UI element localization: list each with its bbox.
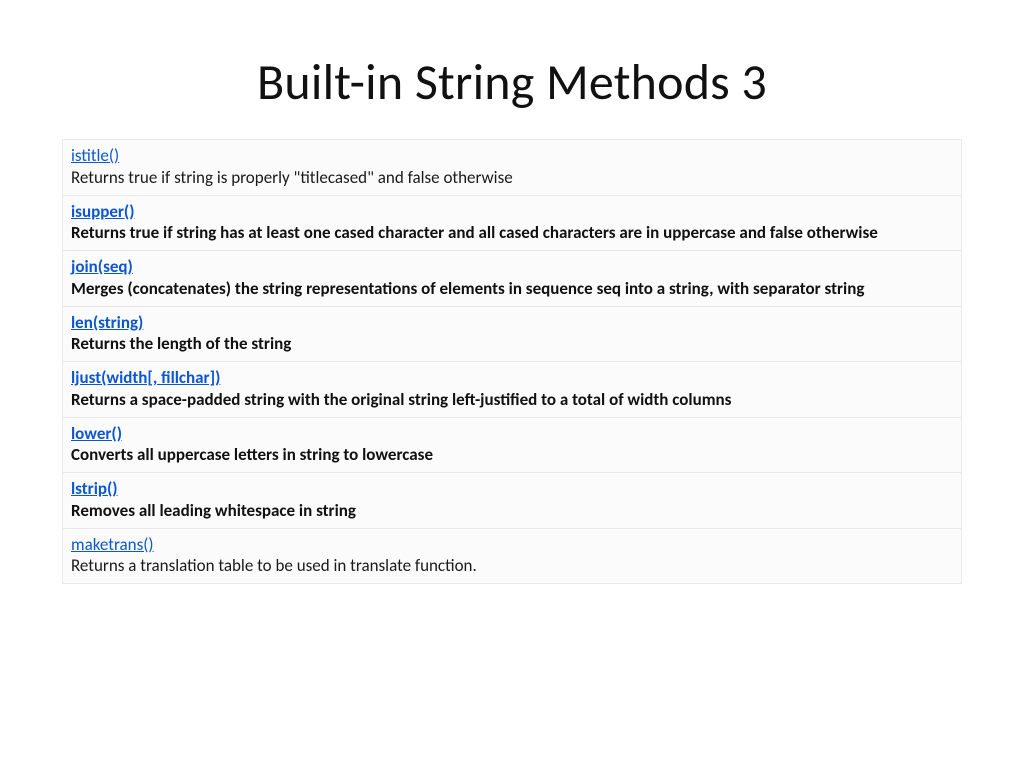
method-description: Removes all leading whitespace in string bbox=[71, 500, 356, 521]
method-cell: isupper()Returns true if string has at l… bbox=[63, 195, 962, 251]
method-cell: ljust(width[, fillchar])Returns a space-… bbox=[63, 362, 962, 418]
method-link[interactable]: lower() bbox=[71, 423, 953, 445]
method-cell: len(string)Returns the length of the str… bbox=[63, 306, 962, 362]
method-description: Returns a translation table to be used i… bbox=[71, 555, 477, 576]
method-description: Returns true if string is properly "titl… bbox=[71, 167, 513, 188]
table-row: istitle()Returns true if string is prope… bbox=[63, 140, 962, 196]
method-link[interactable]: istitle() bbox=[71, 145, 953, 167]
table-row: lower()Converts all uppercase letters in… bbox=[63, 417, 962, 473]
method-link[interactable]: join(seq) bbox=[71, 256, 953, 278]
table-row: ljust(width[, fillchar])Returns a space-… bbox=[63, 362, 962, 418]
table-row: isupper()Returns true if string has at l… bbox=[63, 195, 962, 251]
method-cell: istitle()Returns true if string is prope… bbox=[63, 140, 962, 196]
method-cell: maketrans()Returns a translation table t… bbox=[63, 528, 962, 584]
method-description: Converts all uppercase letters in string… bbox=[71, 444, 433, 465]
method-description: Merges (concatenates) the string represe… bbox=[71, 278, 864, 299]
table-row: maketrans()Returns a translation table t… bbox=[63, 528, 962, 584]
page-title: Built-in String Methods 3 bbox=[62, 52, 962, 113]
method-cell: lstrip()Removes all leading whitespace i… bbox=[63, 473, 962, 529]
method-link[interactable]: isupper() bbox=[71, 201, 953, 223]
method-link[interactable]: ljust(width[, fillchar]) bbox=[71, 367, 953, 389]
method-description: Returns the length of the string bbox=[71, 333, 291, 354]
table-row: join(seq)Merges (concatenates) the strin… bbox=[63, 251, 962, 307]
table-row: lstrip()Removes all leading whitespace i… bbox=[63, 473, 962, 529]
slide: Built-in String Methods 3 istitle()Retur… bbox=[0, 0, 1024, 768]
method-description: Returns true if string has at least one … bbox=[71, 222, 878, 243]
method-link[interactable]: len(string) bbox=[71, 312, 953, 334]
method-link[interactable]: maketrans() bbox=[71, 534, 953, 556]
method-cell: lower()Converts all uppercase letters in… bbox=[63, 417, 962, 473]
table-row: len(string)Returns the length of the str… bbox=[63, 306, 962, 362]
methods-table: istitle()Returns true if string is prope… bbox=[62, 139, 962, 584]
method-link[interactable]: lstrip() bbox=[71, 478, 953, 500]
method-cell: join(seq)Merges (concatenates) the strin… bbox=[63, 251, 962, 307]
method-description: Returns a space-padded string with the o… bbox=[71, 389, 731, 410]
